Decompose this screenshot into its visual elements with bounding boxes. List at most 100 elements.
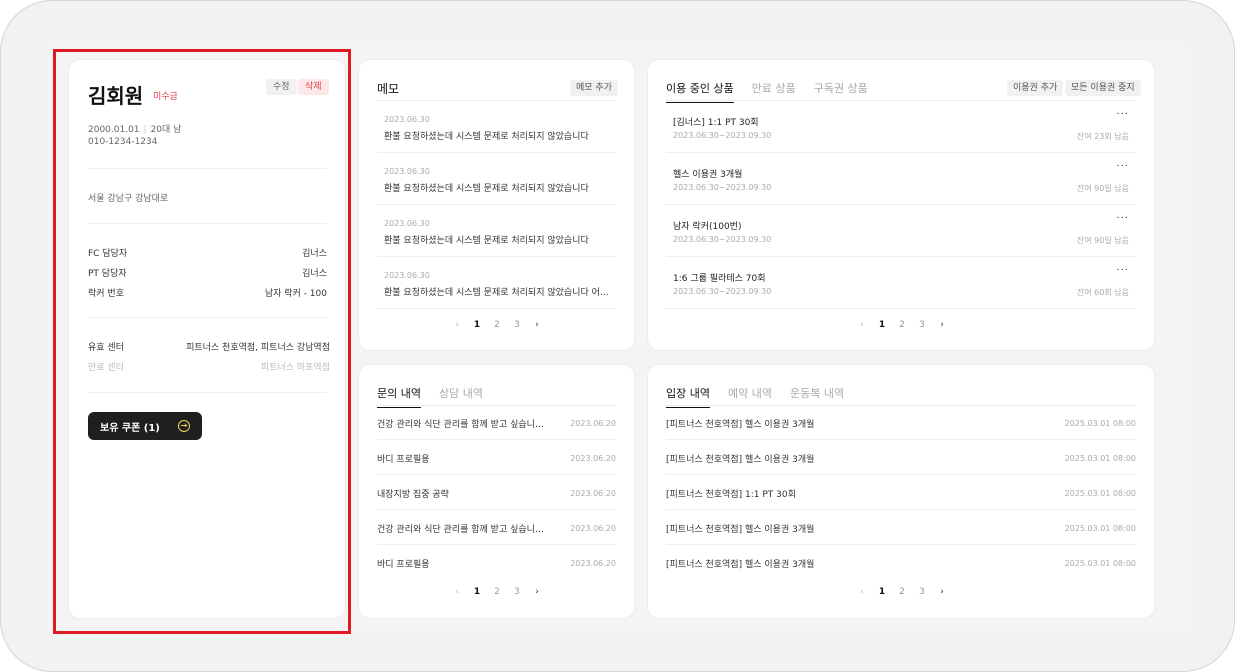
- entry-card: 입장 내역 예약 내역 운동복 내역 [피트너스 천호역점] 헬스 이용권 3개…: [647, 364, 1155, 619]
- memo-card: 메모 메모 추가 2023.06.30 환불 요청하셨는데 시스템 문제로 처리…: [358, 59, 635, 351]
- phone-number: 010-1234-1234: [88, 137, 158, 147]
- page-number[interactable]: 1: [872, 320, 892, 330]
- inquiry-date: 2023.06.20: [570, 419, 616, 428]
- inquiry-date: 2023.06.20: [570, 559, 616, 568]
- more-icon[interactable]: ···: [1116, 161, 1129, 172]
- stop-all-passes-button[interactable]: 모든 이용권 중지: [1065, 80, 1141, 96]
- inquiry-item[interactable]: 바디 프로필용 2023.06.20: [377, 545, 616, 580]
- entry-item[interactable]: [피트너스 천호역점] 헬스 이용권 3개월 2025.03.01 08:00: [666, 510, 1136, 545]
- product-pagination: ‹ 1 2 3 ›: [852, 320, 952, 330]
- product-remaining: 잔여 23회 남음: [1076, 132, 1129, 141]
- center-value: 피트너스 천호역점, 피트너스 강남역점: [186, 343, 330, 353]
- chevron-left-icon[interactable]: ‹: [447, 587, 467, 597]
- memo-date: 2023.06.30: [384, 219, 430, 228]
- entry-date: 2025.03.01 08:00: [1064, 524, 1136, 533]
- entry-item[interactable]: [피트너스 천호역점] 1:1 PT 30회 2025.03.01 08:00: [666, 475, 1136, 510]
- more-icon[interactable]: ···: [1116, 109, 1129, 120]
- more-icon[interactable]: ···: [1116, 213, 1129, 224]
- product-remaining: 잔여 90일 남음: [1076, 184, 1129, 193]
- memo-item[interactable]: 2023.06.30 환불 요청하셨는데 시스템 문제로 처리되지 않았습니다 …: [377, 257, 616, 309]
- inquiry-text: 건강 관리와 식단 관리를 함께 받고 싶습니다람...: [377, 525, 552, 535]
- entry-date: 2025.03.01 08:00: [1064, 419, 1136, 428]
- entry-item[interactable]: [피트너스 천호역점] 헬스 이용권 3개월 2025.03.01 08:00: [666, 545, 1136, 580]
- expired-center-row: 만료 센터 피트너스 마포역점: [88, 360, 330, 373]
- page-number[interactable]: 3: [507, 320, 527, 330]
- memo-date: 2023.06.30: [384, 271, 430, 280]
- add-pass-button[interactable]: 이용권 추가: [1007, 80, 1064, 96]
- entry-text: [피트너스 천호역점] 헬스 이용권 3개월: [666, 420, 815, 430]
- chevron-right-icon[interactable]: ›: [932, 320, 952, 330]
- birth-age-line: 2000.01.01 | 20대 남: [88, 125, 182, 135]
- center-value: 피트너스 마포역점: [260, 363, 330, 373]
- chevron-right-icon[interactable]: ›: [932, 587, 952, 597]
- detail-row-locker: 락커 번호 남자 락커 - 100: [88, 286, 327, 299]
- page-number[interactable]: 2: [892, 320, 912, 330]
- entry-date: 2025.03.01 08:00: [1064, 559, 1136, 568]
- product-name: 남자 락커(100번): [673, 222, 742, 232]
- chevron-left-icon[interactable]: ‹: [852, 587, 872, 597]
- page-number[interactable]: 1: [467, 320, 487, 330]
- product-remaining: 잔여 90일 남음: [1076, 236, 1129, 245]
- page-number[interactable]: 2: [487, 320, 507, 330]
- arrow-right-circle-icon: →: [178, 420, 190, 432]
- product-remaining: 잔여 60회 남음: [1076, 288, 1129, 297]
- chevron-right-icon[interactable]: ›: [527, 587, 547, 597]
- memo-pagination: ‹ 1 2 3 ›: [447, 320, 547, 330]
- detail-row-fc: FC 담당자 김너스: [88, 246, 327, 259]
- memo-date: 2023.06.30: [384, 115, 430, 124]
- inquiry-text: 바디 프로필용: [377, 455, 430, 465]
- inquiry-item[interactable]: 내장지방 집중 공략 2023.06.20: [377, 475, 616, 510]
- detail-value: 김너스: [302, 269, 327, 279]
- page-number[interactable]: 3: [912, 320, 932, 330]
- chevron-left-icon[interactable]: ‹: [852, 320, 872, 330]
- divider: [88, 317, 327, 318]
- product-item[interactable]: 남자 락커(100번) 2023.06.30~2023.09.30 ··· 잔여…: [666, 205, 1136, 257]
- edit-button[interactable]: 수정: [266, 79, 297, 95]
- page-number[interactable]: 2: [487, 587, 507, 597]
- inquiry-date: 2023.06.20: [570, 454, 616, 463]
- center-key: 만료 센터: [88, 363, 124, 373]
- inquiry-card: 문의 내역 상담 내역 건강 관리와 식단 관리를 함께 받고 싶습니다람...…: [358, 364, 635, 619]
- page-number[interactable]: 1: [872, 587, 892, 597]
- coupon-button[interactable]: 보유 쿠폰 (1) →: [88, 412, 202, 440]
- valid-center-row: 유효 센터 피트너스 천호역점, 피트너스 강남역점: [88, 340, 330, 353]
- center-key: 유효 센터: [88, 343, 124, 353]
- unpaid-badge: 미수금: [153, 92, 178, 102]
- detail-value: 김너스: [302, 249, 327, 259]
- entry-date: 2025.03.01 08:00: [1064, 489, 1136, 498]
- entry-text: [피트너스 천호역점] 1:1 PT 30회: [666, 490, 796, 500]
- memo-item[interactable]: 2023.06.30 환불 요청하셨는데 시스템 문제로 처리되지 않았습니다: [377, 101, 616, 153]
- chevron-right-icon[interactable]: ›: [527, 320, 547, 330]
- page-number[interactable]: 1: [467, 587, 487, 597]
- inquiry-item[interactable]: 건강 관리와 식단 관리를 함께 받고 싶습니다람... 2023.06.20: [377, 510, 616, 545]
- memo-title: 메모: [377, 82, 400, 96]
- entry-item[interactable]: [피트너스 천호역점] 헬스 이용권 3개월 2025.03.01 08:00: [666, 405, 1136, 440]
- detail-value: 남자 락커 - 100: [264, 289, 327, 299]
- product-item[interactable]: [김너스] 1:1 PT 30회 2023.06.30~2023.09.30 ·…: [666, 101, 1136, 153]
- add-memo-button[interactable]: 메모 추가: [570, 80, 618, 96]
- chevron-left-icon[interactable]: ‹: [447, 320, 467, 330]
- birth-date: 2000.01.01: [88, 125, 140, 135]
- product-item[interactable]: 1:6 그룹 필라테스 70회 2023.06.30~2023.09.30 ··…: [666, 257, 1136, 309]
- detail-key: 락커 번호: [88, 289, 124, 299]
- delete-button[interactable]: 삭제: [298, 79, 329, 95]
- memo-item[interactable]: 2023.06.30 환불 요청하셨는데 시스템 문제로 처리되지 않았습니다: [377, 153, 616, 205]
- detail-key: FC 담당자: [88, 249, 128, 259]
- product-period: 2023.06.30~2023.09.30: [673, 183, 772, 192]
- detail-key: PT 담당자: [88, 269, 127, 279]
- page-number[interactable]: 2: [892, 587, 912, 597]
- entry-text: [피트너스 천호역점] 헬스 이용권 3개월: [666, 455, 815, 465]
- inquiry-date: 2023.06.20: [570, 489, 616, 498]
- memo-text: 환불 요청하셨는데 시스템 문제로 처리되지 않았습니다: [384, 236, 589, 246]
- memo-item[interactable]: 2023.06.30 환불 요청하셨는데 시스템 문제로 처리되지 않았습니다: [377, 205, 616, 257]
- entry-item[interactable]: [피트너스 천호역점] 헬스 이용권 3개월 2025.03.01 08:00: [666, 440, 1136, 475]
- product-item[interactable]: 헬스 이용권 3개월 2023.06.30~2023.09.30 ··· 잔여 …: [666, 153, 1136, 205]
- inquiry-item[interactable]: 바디 프로필용 2023.06.20: [377, 440, 616, 475]
- product-card: 이용 중인 상품 만료 상품 구독권 상품 이용권 추가 모든 이용권 중지 […: [647, 59, 1155, 351]
- more-icon[interactable]: ···: [1116, 265, 1129, 276]
- inquiry-item[interactable]: 건강 관리와 식단 관리를 함께 받고 싶습니다람... 2023.06.20: [377, 405, 616, 440]
- page-number[interactable]: 3: [912, 587, 932, 597]
- entry-date: 2025.03.01 08:00: [1064, 454, 1136, 463]
- divider: [88, 392, 327, 393]
- page-number[interactable]: 3: [507, 587, 527, 597]
